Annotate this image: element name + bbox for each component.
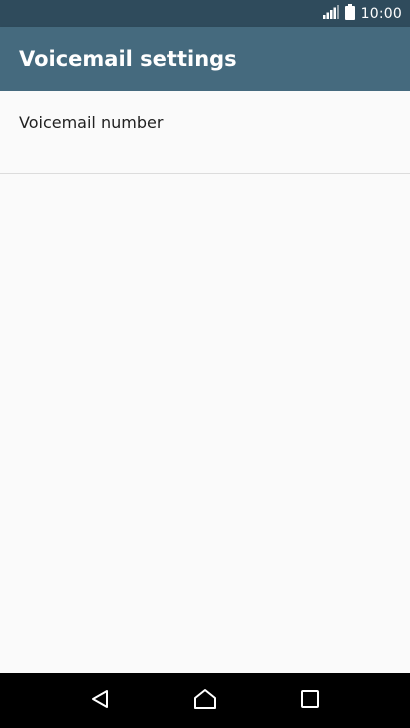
recents-button[interactable] xyxy=(290,681,330,721)
voicemail-number-label: Voicemail number xyxy=(19,113,164,132)
battery-icon xyxy=(344,3,355,24)
settings-list: Voicemail number xyxy=(0,91,410,673)
voicemail-number-item[interactable]: Voicemail number xyxy=(0,91,410,174)
recents-icon xyxy=(300,689,319,712)
home-button[interactable] xyxy=(185,681,225,721)
navigation-bar xyxy=(0,673,410,728)
status-bar: 10:00 xyxy=(0,0,410,27)
app-bar: Voicemail settings xyxy=(0,27,410,91)
status-time: 10:00 xyxy=(360,5,402,22)
home-icon xyxy=(193,688,217,714)
back-icon xyxy=(90,689,110,713)
page-title: Voicemail settings xyxy=(19,47,237,71)
signal-icon xyxy=(322,4,339,23)
back-button[interactable] xyxy=(80,681,120,721)
